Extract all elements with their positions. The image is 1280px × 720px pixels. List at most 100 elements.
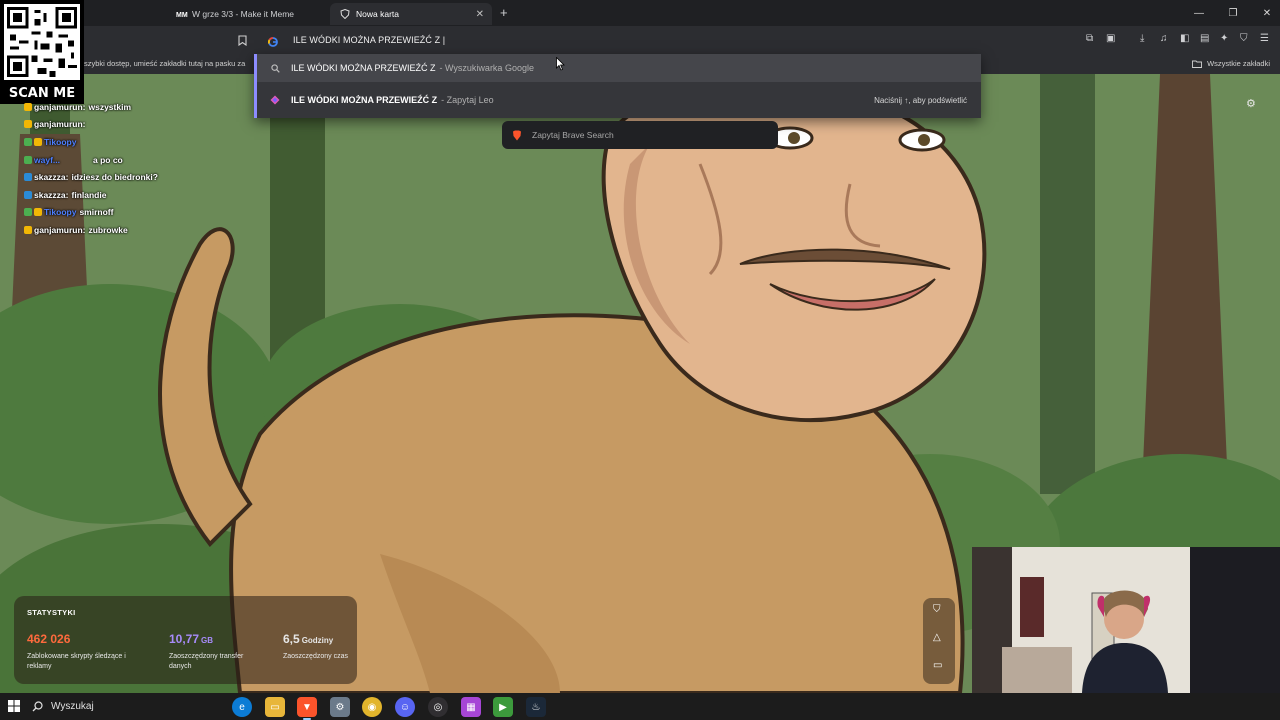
crown-badge-icon bbox=[24, 102, 32, 111]
tab-make-it-meme[interactable]: MM W grze 3/3 - Make it Meme bbox=[166, 3, 328, 25]
chat-message: zubrowke bbox=[88, 224, 128, 235]
stat-unit: Godziny bbox=[301, 636, 334, 645]
folder-icon bbox=[1192, 60, 1203, 68]
chat-message: wszystkim bbox=[88, 101, 132, 112]
mod-badge-icon bbox=[24, 155, 32, 164]
chat-message: idziesz do biedronki? bbox=[71, 172, 158, 183]
webcam-overlay bbox=[972, 547, 1280, 693]
chat-line: Tikoopy bbox=[24, 133, 264, 151]
windows-taskbar: Wyszukaj e ▭ ▼ ⚙ ◉ ☺ ◎ ▦ ▶ ♨ bbox=[0, 693, 1280, 720]
windows-start-icon[interactable] bbox=[8, 699, 22, 713]
stat-time: 6,5 Godziny Zaoszczędzony czas bbox=[283, 630, 353, 662]
taskbar-search[interactable]: Wyszukaj bbox=[32, 693, 222, 720]
extensions-icon[interactable]: ⧉ bbox=[1086, 33, 1100, 47]
stat-value: 10,77 bbox=[169, 632, 200, 646]
bookmarks-hint: szybki dostęp, umieść zakładki tutaj na … bbox=[84, 59, 246, 68]
stat-value: 6,5 bbox=[283, 632, 300, 646]
vpn-shield-icon[interactable]: ⛉ bbox=[1240, 33, 1254, 47]
mod-badge-icon bbox=[24, 208, 32, 217]
stat-unit: GB bbox=[201, 636, 214, 645]
webcam-feed bbox=[972, 547, 1280, 693]
ask-brave-search[interactable]: Zapytaj Brave Search bbox=[502, 121, 778, 149]
make-it-meme-icon: MM bbox=[176, 9, 188, 19]
svg-text:MM: MM bbox=[176, 12, 188, 19]
bookmark-icon[interactable] bbox=[235, 33, 249, 47]
wallet-icon[interactable]: ▣ bbox=[1106, 33, 1120, 47]
stat-desc: Zablokowane skrypty śledzące i reklamy bbox=[27, 653, 126, 670]
ask-brave-label: Zapytaj Brave Search bbox=[532, 130, 614, 140]
sidebar-icon[interactable]: ◧ bbox=[1180, 33, 1194, 47]
wallet-icon[interactable]: ▤ bbox=[1200, 33, 1214, 47]
window-controls: — ❐ ✕ bbox=[1182, 0, 1280, 26]
file-explorer-icon[interactable]: ▭ bbox=[265, 697, 285, 717]
qr-code-overlay: SCAN ME bbox=[0, 0, 84, 104]
chat-user: skazzza: bbox=[34, 189, 69, 200]
chat-user: ganjamurun: bbox=[34, 224, 86, 235]
leo-icon[interactable]: ✦ bbox=[1220, 33, 1234, 47]
minimize-icon[interactable]: — bbox=[1182, 0, 1216, 26]
customize-gear-icon[interactable]: ⚙ bbox=[1246, 97, 1256, 110]
stat-bandwidth: 10,77 GB Zaoszczędzony transfer danych bbox=[169, 630, 264, 672]
news-icon[interactable]: ▭ bbox=[933, 660, 942, 671]
crown-badge-icon bbox=[24, 120, 32, 129]
edge-icon[interactable]: e bbox=[232, 697, 252, 717]
tab-new-tab[interactable]: Nowa karta ✕ bbox=[330, 3, 492, 25]
google-icon bbox=[267, 34, 280, 47]
stat-value: 462 026 bbox=[27, 632, 71, 646]
chat-user: skazzza: bbox=[34, 172, 69, 183]
sub-badge-icon bbox=[34, 137, 42, 146]
chrome-icon[interactable]: ◉ bbox=[362, 697, 382, 717]
restore-icon[interactable]: ❐ bbox=[1216, 0, 1250, 26]
all-bookmarks-button[interactable]: Wszystkie zakładki bbox=[1192, 59, 1270, 68]
crown-badge-icon bbox=[24, 225, 32, 234]
suggestion-leo[interactable]: ILE WÓDKI MOŻNA PRZEWIEŹĆ Z - Zapytaj Le… bbox=[257, 86, 981, 114]
chat-line: wayf... a po co bbox=[24, 151, 264, 169]
qr-code-image bbox=[4, 4, 80, 80]
music-icon[interactable]: ♫ bbox=[1160, 33, 1174, 47]
steam-icon[interactable]: ♨ bbox=[526, 697, 546, 717]
menu-icon[interactable]: ☰ bbox=[1260, 33, 1274, 47]
vpn-icon[interactable]: △ bbox=[933, 632, 941, 643]
brave-stats-widget: STATYSTYKI 462 026 Zablokowane skrypty ś… bbox=[14, 596, 357, 684]
suggestion-suffix: - Wyszukiwarka Google bbox=[439, 63, 534, 73]
obs-icon[interactable]: ◎ bbox=[428, 697, 448, 717]
mod-badge-icon bbox=[24, 137, 32, 146]
stats-title: STATYSTYKI bbox=[27, 608, 76, 617]
leo-icon bbox=[269, 95, 281, 105]
keyboard-hint: Naciśnij ↑, aby podświetlić bbox=[874, 95, 967, 105]
chat-line: ganjamurun: bbox=[24, 116, 264, 134]
brave-icon[interactable]: ▼ bbox=[297, 697, 317, 720]
chat-message: smirnoff bbox=[79, 207, 114, 218]
omnibox-dropdown: ILE WÓDKI MOŻNA PRZEWIEŹĆ Z - Wyszukiwar… bbox=[254, 54, 981, 118]
all-bookmarks-label: Wszystkie zakładki bbox=[1207, 59, 1270, 68]
badge-icon bbox=[24, 190, 32, 199]
tool-icon[interactable]: ⚙ bbox=[330, 697, 350, 717]
chat-user: Tikoopy bbox=[44, 136, 77, 147]
stream-chat: ganjamurun: wszystkim ganjamurun: Tikoop… bbox=[24, 98, 264, 239]
chat-line: ganjamurun: zubrowke bbox=[24, 221, 264, 239]
stat-trackers: 462 026 Zablokowane skrypty śledzące i r… bbox=[27, 630, 142, 672]
play-icon[interactable]: ▶ bbox=[493, 697, 513, 717]
address-bar[interactable]: ILE WÓDKI MOŻNA PRZEWIEŹĆ Z | bbox=[258, 28, 980, 52]
chat-user: ganjamurun: bbox=[34, 101, 86, 112]
new-tab-button[interactable]: + bbox=[500, 5, 508, 20]
chat-message: a po co bbox=[92, 154, 123, 165]
mouse-cursor bbox=[556, 56, 566, 76]
close-tab-icon[interactable]: ✕ bbox=[476, 9, 484, 20]
chat-user: Tikoopy bbox=[44, 207, 77, 218]
discord-icon[interactable]: ☺ bbox=[395, 697, 415, 717]
chat-user: ganjamurun: bbox=[34, 119, 86, 130]
address-input-text[interactable]: ILE WÓDKI MOŻNA PRZEWIEŹĆ Z | bbox=[293, 35, 445, 45]
chat-line: Tikoopy smirnoff bbox=[24, 204, 264, 222]
stat-desc: Zaoszczędzony czas bbox=[283, 653, 348, 660]
toolbar-right-icons: ⧉ ▣ ⤓ ♫ ◧ ▤ ✦ ⛉ ☰ bbox=[1086, 33, 1274, 47]
shield-icon[interactable]: ⛉ bbox=[933, 604, 941, 615]
download-icon[interactable]: ⤓ bbox=[1140, 33, 1154, 47]
brave-lion-icon bbox=[512, 130, 522, 141]
close-window-icon[interactable]: ✕ bbox=[1250, 0, 1280, 26]
badge-icon bbox=[24, 173, 32, 182]
tab-title: W grze 3/3 - Make it Meme bbox=[192, 9, 295, 19]
tab-strip: MM W grze 3/3 - Make it Meme Nowa karta … bbox=[0, 0, 1280, 26]
suggestion-google[interactable]: ILE WÓDKI MOŻNA PRZEWIEŹĆ Z - Wyszukiwar… bbox=[257, 54, 981, 82]
app-icon[interactable]: ▦ bbox=[461, 697, 481, 717]
